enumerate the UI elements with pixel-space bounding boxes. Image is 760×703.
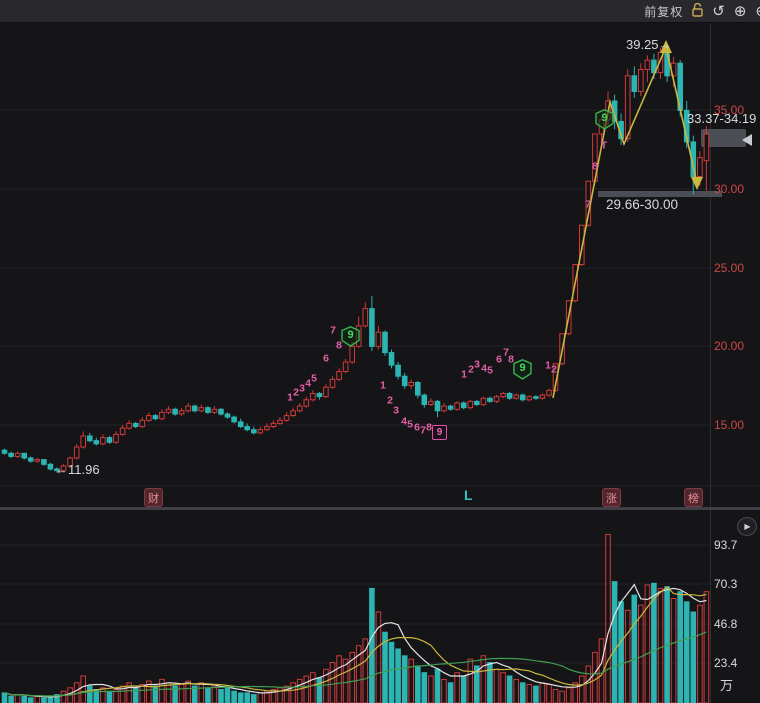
td-count-marker: 7 — [420, 424, 426, 437]
td-count-marker: 3 — [474, 358, 480, 371]
event-badge[interactable]: 涨 — [602, 488, 621, 507]
lock-open-icon[interactable] — [692, 2, 703, 20]
event-badge[interactable]: 榜 — [684, 488, 703, 507]
td-count-marker: 2 — [387, 394, 393, 407]
undo-icon[interactable]: ↺ — [712, 4, 725, 19]
td-count-marker: 3 — [299, 382, 305, 395]
td9-shield-marker: 9 — [341, 326, 360, 347]
td-count-marker: T — [600, 139, 608, 152]
zoom-in-icon[interactable]: ⊕ — [734, 4, 747, 19]
td-count-marker: 3 — [393, 404, 399, 417]
letter-l-marker[interactable]: L — [464, 487, 473, 503]
td-count-marker: 5 — [311, 372, 317, 385]
td9-shield-marker: 9 — [595, 109, 614, 130]
chart-toolbar: 前复权 ↺ ⊕ ⊖ — [0, 0, 760, 23]
td-count-marker: 1 — [380, 379, 386, 392]
td9-shield-marker: 9 — [513, 359, 532, 380]
zoom-out-icon[interactable]: ⊖ — [755, 4, 760, 19]
peak-price-annotation: 39.25→ — [626, 37, 672, 52]
td-count-marker: 5 — [487, 364, 493, 377]
td-count-marker: 8 — [592, 160, 598, 173]
volume-axis-label: 70.3 — [714, 577, 738, 591]
td-count-marker: 4 — [481, 362, 487, 375]
td-count-marker: 5 — [407, 418, 413, 431]
price-axis-label: 15.00 — [714, 418, 745, 432]
volume-chart-area[interactable] — [0, 511, 760, 703]
td-count-marker: 2 — [551, 363, 557, 376]
expand-indicator-button[interactable]: ▶ — [737, 517, 757, 536]
low-price-annotation: ←11.96 — [55, 462, 100, 477]
td-count-marker: 2 — [293, 386, 299, 399]
volume-unit-label: 万 — [720, 678, 734, 693]
td9-badge-marker: 9 — [432, 425, 447, 440]
gap-upper-annotation: 33.37-34.19 — [687, 111, 757, 126]
price-axis-label: 20.00 — [714, 339, 745, 353]
volume-axis-label: 46.8 — [714, 617, 738, 631]
td-count-marker: 7 — [585, 198, 591, 211]
volume-axis-label: 93.7 — [714, 538, 738, 552]
td-count-marker: 2 — [468, 363, 474, 376]
stock-kline-screen: 前复权 ↺ ⊕ ⊖ 39.25→ ←11.96 33.37-34.19 29.6… — [0, 0, 760, 703]
td-count-marker: 1 — [287, 391, 293, 404]
td-count-marker: 6 — [496, 353, 502, 366]
td-count-marker: 6 — [414, 421, 420, 434]
adjust-mode-button[interactable]: 前复权 — [644, 3, 683, 20]
td-count-marker: 4 — [401, 415, 407, 428]
price-chart-area[interactable] — [0, 23, 760, 485]
price-axis-label: 30.00 — [714, 182, 745, 196]
td-count-marker: 4 — [305, 377, 311, 390]
pane-divider[interactable] — [0, 507, 760, 510]
td-count-marker: 7 — [330, 324, 336, 337]
price-axis-label: 25.00 — [714, 261, 745, 275]
volume-axis-label: 23.4 — [714, 656, 738, 670]
td-count-marker: 6 — [323, 352, 329, 365]
td-count-marker: 1 — [461, 368, 467, 381]
event-badge[interactable]: 财 — [144, 488, 163, 507]
gap-lower-annotation: 29.66-30.00 — [606, 197, 679, 212]
td-count-marker: 1 — [545, 359, 551, 372]
